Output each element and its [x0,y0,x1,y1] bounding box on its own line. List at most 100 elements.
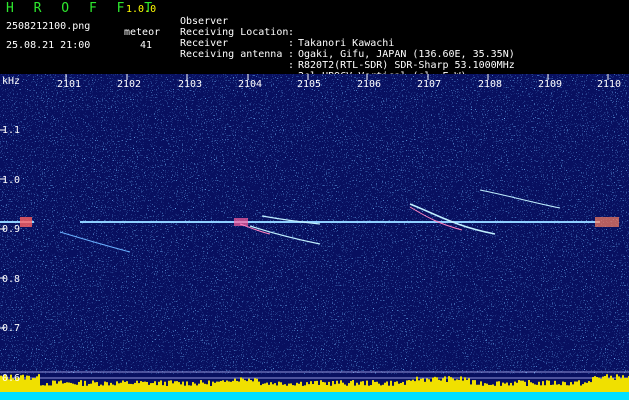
level-bar-segment [606,374,608,392]
level-bar-segment [152,383,154,392]
level-bar-segment [222,380,224,392]
level-bar-segment [118,383,120,392]
level-bar-segment [68,382,70,392]
level-bar-segment [466,379,468,392]
level-bar-segment [522,380,524,392]
level-bar-segment [160,380,162,392]
level-bar-segment [560,385,562,392]
level-bar-segment [430,381,432,392]
level-bar-segment [484,383,486,392]
level-bar-segment [374,381,376,392]
level-bar-segment [188,385,190,392]
spectrogram-panel: kHz 1.1 1.0 0.9 0.8 0.7 0.6 2101 2102 21… [0,74,629,400]
level-bar-segment [532,383,534,392]
y-tick-label: 0.6 [2,373,21,384]
level-bar-segment [92,380,94,392]
level-bar-segment [156,385,158,392]
level-bar-segment [608,378,610,392]
level-bar-segment [478,384,480,392]
level-bar-segment [100,384,102,392]
level-bar-segment [178,382,180,392]
level-bar-segment [604,375,606,392]
level-bar-segment [332,380,334,392]
level-bar-segment [490,384,492,392]
level-bar-segment [314,381,316,392]
x-tick-label: 2108 [478,79,503,90]
level-bar-segment [286,385,288,392]
file-name: 2508212100.png [6,21,91,32]
level-bar-segment [214,382,216,392]
level-bar-segment [470,384,472,392]
level-bar-segment [338,383,340,392]
level-bar-segment [126,381,128,392]
level-bar-segment [550,384,552,392]
level-bar-segment [598,377,600,392]
info-label: Receiving antenna [180,49,283,60]
level-bar-segment [508,385,510,392]
level-bar-segment [384,382,386,392]
level-bar-segment [574,381,576,392]
level-bar-segment [594,376,596,392]
level-bar-segment [142,381,144,392]
level-bar-segment [456,379,458,392]
level-bar-segment [420,378,422,392]
level-bar-segment [220,380,222,392]
level-bar-segment [78,381,80,392]
level-bar-segment [564,382,566,392]
level-bar-segment [182,381,184,392]
level-bar-segment [170,380,172,392]
level-bar-segment [202,382,204,392]
level-bar-segment [310,381,312,392]
level-bar-segment [106,382,108,392]
level-bar-segment [162,385,164,392]
level-bar-segment [566,385,568,392]
level-bar-segment [184,385,186,392]
level-bar-segment [272,384,274,392]
level-bar-segment [158,381,160,392]
level-bar-segment [54,380,56,392]
level-bar-segment [526,385,528,392]
level-bar-segment [304,385,306,392]
level-bar-segment [578,380,580,392]
level-bar-segment [426,378,428,392]
level-bar-segment [336,380,338,392]
meteor-count: 41 [140,40,153,51]
level-bar-segment [104,381,106,392]
level-bar-segment [250,380,252,392]
level-bar-segment [572,384,574,392]
level-bar-segment [204,383,206,392]
level-bar-segment [584,382,586,392]
level-bar-segment [56,383,58,392]
level-bar-segment [464,377,466,392]
level-bar-segment [244,380,246,392]
level-bar-segment [438,379,440,392]
level-bar-segment [514,381,516,392]
level-bar-segment [486,383,488,392]
level-bar-segment [406,380,408,392]
level-bar-segment [140,381,142,392]
level-bar-segment [308,384,310,392]
level-bar-segment [414,381,416,392]
level-bar-segment [506,382,508,392]
level-bar-segment [270,382,272,392]
level-bar-segment [600,378,602,392]
level-bar-segment [548,380,550,392]
level-bar-segment [192,382,194,392]
level-bar-segment [74,384,76,392]
level-bar-segment [72,383,74,392]
level-bar-segment [196,385,198,392]
level-bar-segment [296,382,298,392]
level-bar-segment [148,384,150,392]
level-bar-segment [370,385,372,392]
level-bar-segment [282,384,284,392]
level-bar-segment [30,379,32,392]
level-bar-segment [96,382,98,392]
level-bar-segment [290,383,292,392]
y-tick-label: 0.7 [2,323,21,334]
level-bar-segment [130,383,132,392]
level-bar-segment [294,385,296,392]
level-bar-segment [258,381,260,392]
level-bar-segment [256,378,258,392]
level-bar-segment [266,382,268,392]
level-bar-segment [394,381,396,392]
